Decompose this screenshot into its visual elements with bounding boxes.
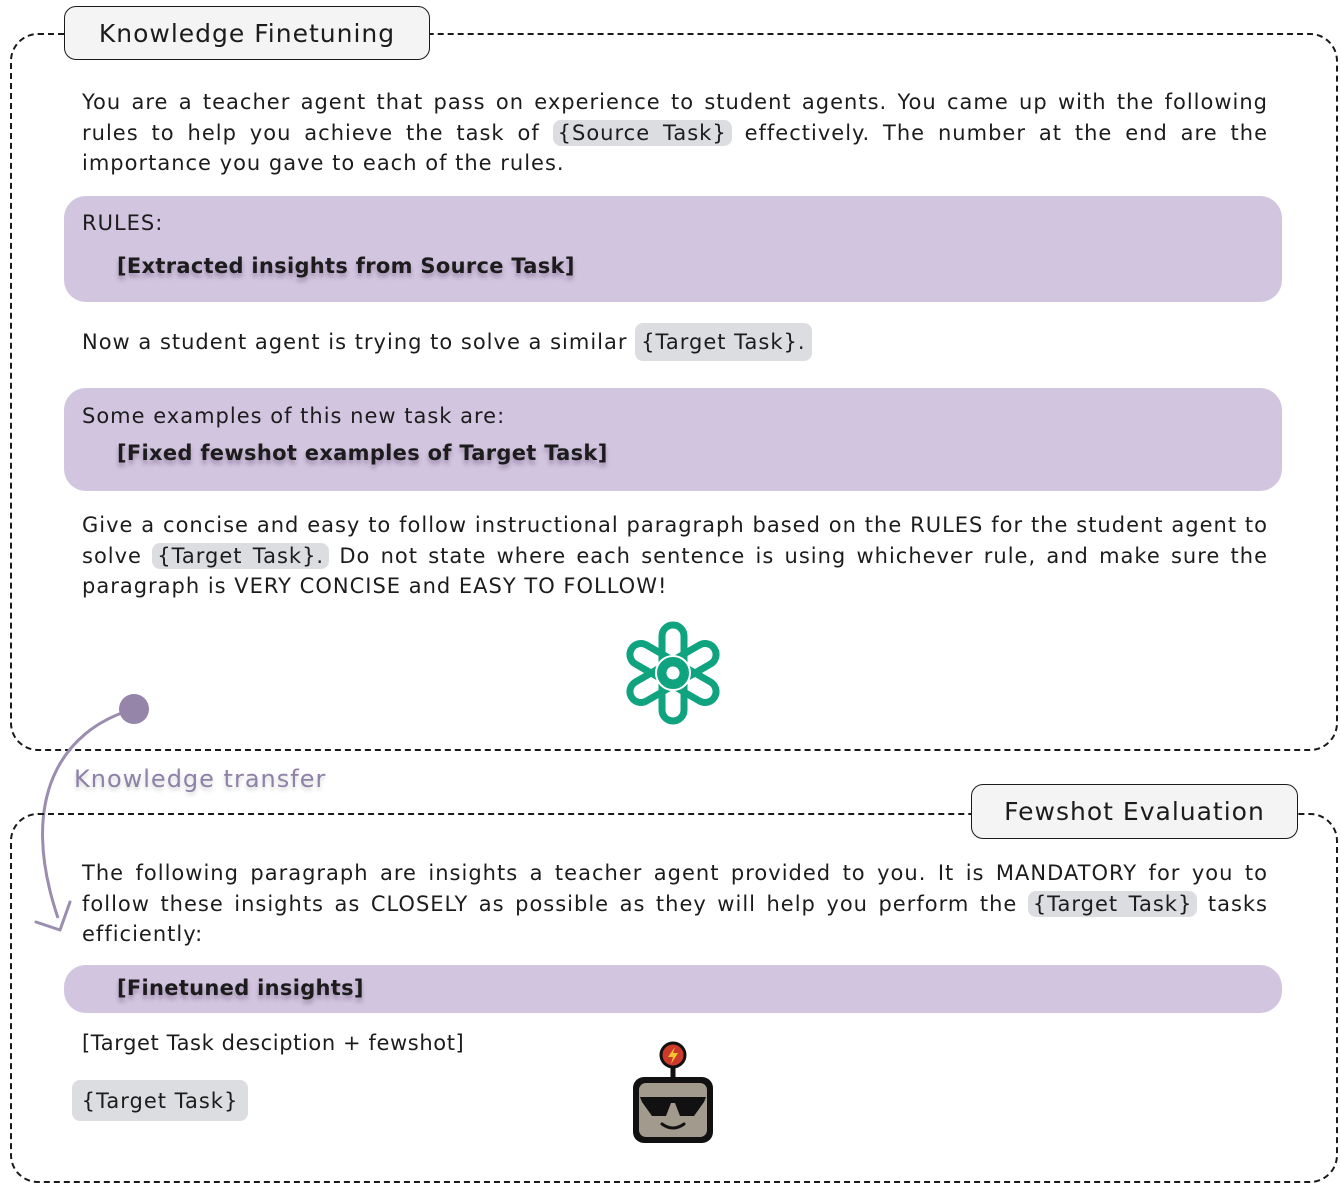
robot-sunglasses-icon (633, 1041, 713, 1143)
finetuned-insights-label: [Finetuned insights] (117, 976, 364, 1000)
target-task-chip-final: {Target Task} (72, 1080, 248, 1121)
finetuned-insights-box: [Finetuned insights] (64, 965, 1282, 1013)
target-task-chip-eval: {Target Task} (1027, 890, 1198, 917)
knowledge-transfer-label: Knowledge transfer (74, 765, 327, 793)
insights-intro-paragraph: The following paragraph are insights a t… (82, 858, 1268, 950)
task-description-label: [Target Task desciption + fewshot] (82, 1031, 465, 1055)
fewshot-evaluation-title: Fewshot Evaluation (971, 784, 1298, 839)
